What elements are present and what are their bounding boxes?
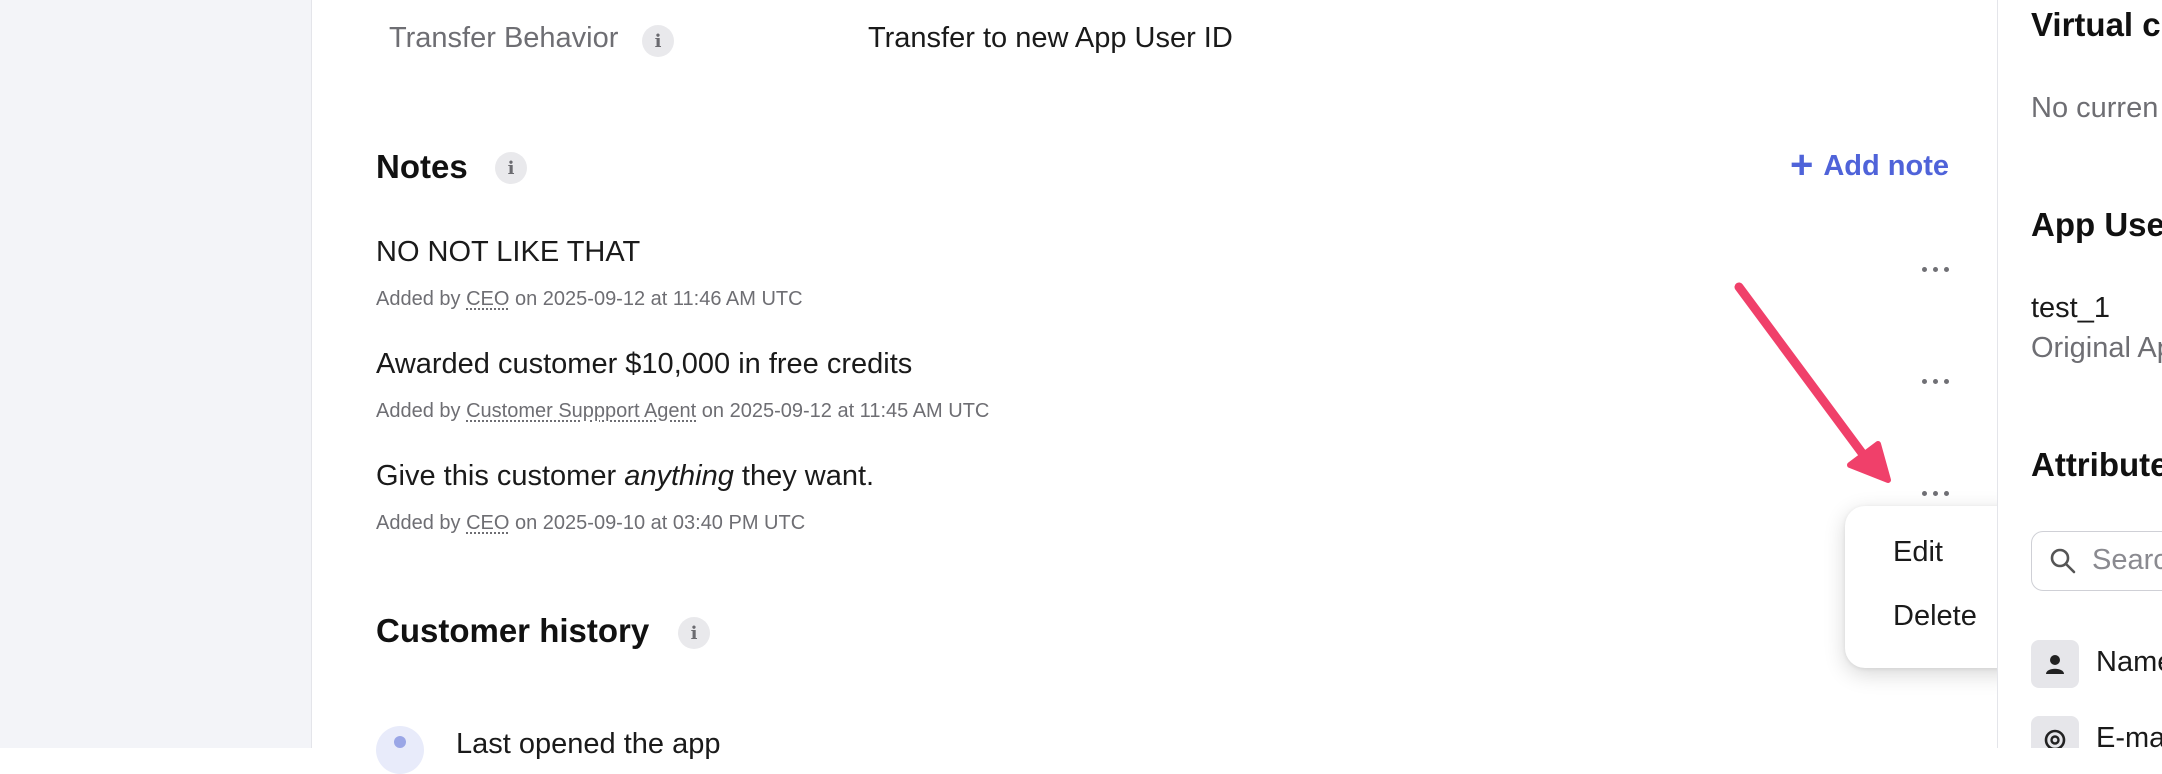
note-text: Give this customer anything they want. — [376, 460, 874, 493]
notes-title: Notes — [376, 148, 468, 185]
attributes-search-input[interactable]: Searc — [2031, 531, 2162, 591]
note-author[interactable]: Customer Suppport Agent — [466, 400, 696, 422]
person-icon — [2031, 640, 2079, 688]
note-meta-suffix: on 2025-09-12 at 11:45 AM UTC — [701, 400, 990, 422]
add-note-button[interactable]: + Add note — [1790, 143, 1950, 187]
note-text: NO NOT LIKE THAT — [376, 236, 641, 268]
search-placeholder: Searc — [2092, 544, 2162, 576]
note-text-emphasis: anything — [624, 460, 734, 492]
transfer-behavior-value: Transfer to new App User ID — [868, 22, 1233, 54]
note-text: Awarded customer $10,000 in free credits — [376, 348, 913, 380]
note-meta: Added by Customer Suppport Agent on 2025… — [376, 400, 989, 423]
edit-menu-item[interactable]: Edit — [1893, 536, 1943, 569]
delete-menu-item[interactable]: Delete — [1893, 600, 1977, 633]
customer-history-info-icon[interactable]: i — [678, 617, 710, 649]
search-icon — [2050, 548, 2076, 574]
note-more-options-icon[interactable] — [1922, 491, 1949, 496]
note-meta: Added by CEO on 2025-09-10 at 03:40 PM U… — [376, 512, 805, 535]
note-text-after: they want. — [741, 460, 875, 492]
right-panel: Virtual c No curren App Use test_1 Origi… — [1997, 0, 2162, 748]
attributes-title: Attribute — [2031, 446, 2162, 483]
transfer-info-icon[interactable]: i — [642, 25, 674, 57]
attribute-name-label: Name — [2096, 646, 2162, 678]
note-text-before: Give this customer — [376, 460, 617, 492]
transfer-behavior-label: Transfer Behavior — [389, 22, 619, 54]
main-content: Transfer Behavior i Transfer to new App … — [312, 0, 1997, 774]
note-meta-suffix: on 2025-09-12 at 11:46 AM UTC — [514, 288, 803, 310]
note-author[interactable]: CEO — [466, 512, 509, 534]
virtual-currency-text: No curren — [2031, 92, 2159, 124]
note-more-options-icon[interactable] — [1922, 267, 1949, 272]
note-author[interactable]: CEO — [466, 288, 509, 310]
app-user-title: App Use — [2031, 206, 2162, 243]
app-user-sub: Original Ap — [2031, 332, 2162, 364]
history-event-text: Last opened the app — [456, 728, 721, 760]
add-note-label: Add note — [1823, 150, 1950, 182]
note-meta-prefix: Added by — [376, 512, 461, 534]
notes-info-icon[interactable]: i — [495, 152, 527, 184]
app-user-id: test_1 — [2031, 292, 2110, 324]
note-meta-prefix: Added by — [376, 400, 461, 422]
note-meta-prefix: Added by — [376, 288, 461, 310]
plus-icon: + — [1790, 143, 1814, 187]
customer-history-title: Customer history — [376, 612, 650, 649]
note-meta-suffix: on 2025-09-10 at 03:40 PM UTC — [514, 512, 806, 534]
attribute-email-label: E-ma — [2096, 722, 2162, 748]
note-more-options-icon[interactable] — [1922, 379, 1949, 384]
at-sign-icon — [2031, 716, 2079, 748]
virtual-currency-title: Virtual c — [2031, 6, 2161, 43]
note-meta: Added by CEO on 2025-09-12 at 11:46 AM U… — [376, 288, 803, 311]
history-event-icon — [376, 726, 424, 774]
left-gutter — [0, 0, 312, 748]
